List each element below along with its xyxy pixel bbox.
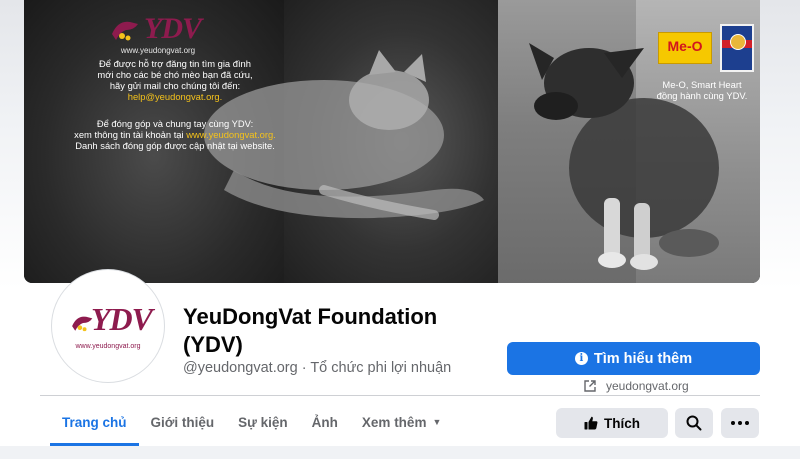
feed-background bbox=[0, 446, 800, 459]
tab-label: Xem thêm bbox=[361, 414, 427, 430]
sponsor-line: Me-O, Smart Heart bbox=[662, 79, 742, 90]
smartheart-logo bbox=[720, 24, 754, 72]
page-category[interactable]: Tổ chức phi lợi nhuận bbox=[310, 360, 451, 376]
sponsor-caption: Me-O, Smart Heart đồng hành cùng YDV. bbox=[632, 79, 760, 101]
profile-avatar[interactable]: YDV www.yeudongvat.org bbox=[52, 270, 164, 382]
support-email: help@yeudongvat.org. bbox=[127, 91, 223, 102]
cover-donate-text: Để đóng góp và chung tay cùng YDV: xem t… bbox=[34, 118, 316, 151]
cover-ydv-logo: YDV www.yeudongvat.org bbox=[108, 10, 208, 55]
donate-update: Danh sách đóng góp được cập nhật tại web… bbox=[75, 140, 275, 151]
tab-label: Giới thiệu bbox=[150, 414, 215, 430]
page-handle: @yeudongvat.org bbox=[183, 360, 298, 376]
donate-intro: Để đóng góp và chung tay cùng YDV: bbox=[96, 118, 254, 129]
tab-label: Ảnh bbox=[311, 414, 338, 430]
page-title: YeuDongVat Foundation (YDV) bbox=[183, 304, 438, 357]
cover-photo[interactable]: YDV www.yeudongvat.org Để được hỗ trợ đă… bbox=[24, 0, 760, 283]
website-label: yeudongvat.org bbox=[606, 379, 689, 393]
learn-more-label: Tìm hiểu thêm bbox=[593, 350, 693, 367]
tab-more[interactable]: Xem thêm ▼ bbox=[350, 398, 453, 446]
thumbs-up-icon bbox=[584, 416, 598, 430]
more-dots-icon bbox=[731, 421, 749, 425]
tab-about[interactable]: Giới thiệu bbox=[139, 398, 227, 446]
search-button[interactable] bbox=[675, 408, 713, 438]
donate-line: xem thông tin tài khoản tại www.yeudongv… bbox=[34, 129, 316, 140]
search-icon bbox=[686, 415, 702, 431]
donate-line-prefix: xem thông tin tài khoản tại bbox=[74, 129, 187, 140]
cover-support-text: Để được hỗ trợ đăng tin tìm gia đình mới… bbox=[34, 58, 316, 102]
learn-more-button[interactable]: i Tìm hiểu thêm bbox=[507, 342, 760, 375]
like-button[interactable]: Thích bbox=[556, 408, 668, 438]
like-label: Thích bbox=[604, 415, 640, 431]
donate-link: www.yeudongvat.org. bbox=[186, 129, 276, 140]
sponsor-logos: Me-O bbox=[658, 24, 758, 72]
tab-photos[interactable]: Ảnh bbox=[300, 398, 350, 446]
tab-events[interactable]: Sự kiện bbox=[226, 398, 300, 446]
tab-home[interactable]: Trang chủ bbox=[50, 398, 139, 446]
meo-logo-text: Me-O bbox=[667, 38, 703, 54]
separator: · bbox=[297, 360, 311, 376]
more-options-button[interactable] bbox=[721, 408, 759, 438]
page-subtitle: @yeudongvat.org · Tổ chức phi lợi nhuận bbox=[183, 360, 451, 376]
page-tabs: Trang chủ Giới thiệu Sự kiện Ảnh Xem thê… bbox=[50, 398, 453, 446]
info-icon: i bbox=[574, 352, 588, 365]
support-line: mới cho các bé chó mèo bạn đã cứu, bbox=[97, 69, 253, 80]
tab-label: Sự kiện bbox=[238, 414, 288, 430]
tab-label: Trang chủ bbox=[62, 414, 127, 430]
meo-logo: Me-O bbox=[658, 32, 712, 64]
paw-hand-icon bbox=[112, 21, 138, 41]
divider bbox=[40, 395, 760, 396]
support-line: hãy gửi mail cho chúng tôi đến: bbox=[109, 80, 241, 91]
cover-logo-url: www.yeudongvat.org bbox=[120, 46, 196, 55]
support-line: Để được hỗ trợ đăng tin tìm gia đình bbox=[99, 58, 251, 69]
sponsor-line: đồng hành cùng YDV. bbox=[656, 90, 748, 101]
website-link[interactable]: yeudongvat.org bbox=[584, 379, 689, 393]
chevron-down-icon: ▼ bbox=[432, 417, 442, 427]
avatar-logo-url: www.yeudongvat.org bbox=[75, 343, 141, 350]
avatar-logo-text: YDV bbox=[91, 301, 153, 337]
cover-logo-text: YDV bbox=[144, 12, 202, 45]
external-link-icon bbox=[584, 380, 596, 392]
